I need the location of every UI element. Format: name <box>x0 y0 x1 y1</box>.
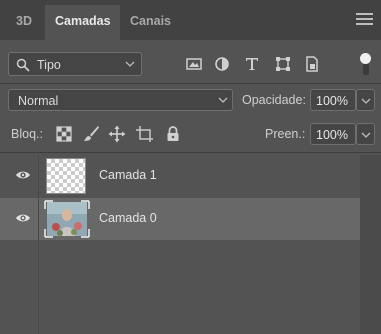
visibility-column-divider <box>38 155 39 334</box>
blend-mode-value: Normal <box>18 94 59 108</box>
opacity-label: Opacidade: <box>242 93 306 107</box>
filter-kind-label: Tipo <box>37 58 61 72</box>
smart-object-filter-icon[interactable] <box>303 55 321 73</box>
tab-3d[interactable]: 3D <box>6 5 42 40</box>
layers-list: Camada 1 Camada 0 <box>0 155 360 334</box>
visibility-eye-icon[interactable] <box>15 211 31 225</box>
lock-label: Bloq.: <box>11 127 43 141</box>
layer-name: Camada 0 <box>99 211 157 225</box>
lock-artboard-icon[interactable] <box>136 125 154 143</box>
tab-camadas[interactable]: Camadas <box>45 5 120 40</box>
visibility-eye-icon[interactable] <box>15 168 31 182</box>
chevron-down-icon <box>361 98 371 104</box>
search-icon <box>16 58 30 72</box>
type-filter-icon[interactable] <box>243 55 261 73</box>
layer-thumbnail-transparent <box>46 158 86 194</box>
fill-dropdown-button[interactable] <box>356 123 375 145</box>
panel-tab-bar: 3D Camadas Canais <box>0 0 381 40</box>
layer-thumbnail-image <box>44 200 90 238</box>
fill-input[interactable]: 100% <box>310 123 356 145</box>
lock-position-icon[interactable] <box>108 125 126 143</box>
panel-menu-icon[interactable] <box>356 13 373 25</box>
filter-toggle[interactable] <box>359 53 373 75</box>
chevron-down-icon <box>218 97 228 103</box>
tab-canais[interactable]: Canais <box>120 5 181 40</box>
lock-image-pixels-icon[interactable] <box>82 125 100 143</box>
layers-scrollbar[interactable] <box>360 155 381 334</box>
fill-label: Preen.: <box>265 127 306 141</box>
lock-all-icon[interactable] <box>164 125 182 143</box>
lock-transparent-pixels-icon[interactable] <box>55 125 73 143</box>
opacity-input[interactable]: 100% <box>310 89 356 111</box>
fill-value: 100% <box>316 128 348 142</box>
opacity-dropdown-button[interactable] <box>356 89 375 111</box>
shape-filter-icon[interactable] <box>274 55 292 73</box>
opacity-value: 100% <box>316 94 348 108</box>
divider <box>0 152 381 153</box>
adjustment-filter-icon[interactable] <box>213 55 231 73</box>
filter-kind-select[interactable]: Tipo <box>8 52 142 76</box>
chevron-down-icon <box>361 132 371 138</box>
divider <box>0 83 381 84</box>
blend-mode-select[interactable]: Normal <box>8 89 233 111</box>
layer-filter-row: Tipo <box>0 52 381 78</box>
image-filter-icon[interactable] <box>185 55 203 73</box>
chevron-down-icon <box>125 61 135 67</box>
layer-row-camada-0[interactable]: Camada 0 <box>0 198 360 240</box>
layer-row-camada-1[interactable]: Camada 1 <box>0 155 360 197</box>
layer-name: Camada 1 <box>99 168 157 182</box>
